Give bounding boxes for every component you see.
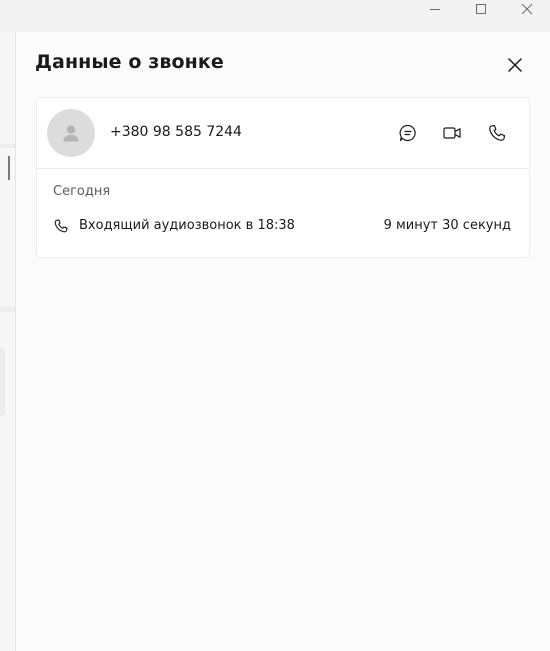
panel-close-button[interactable] xyxy=(504,54,526,76)
contact-row: +380 98 585 7244 xyxy=(37,98,529,169)
background-app-sidebar xyxy=(0,32,15,651)
minimize-button[interactable] xyxy=(412,0,458,18)
chat-button[interactable] xyxy=(396,121,420,145)
chat-icon xyxy=(399,124,416,142)
phone-icon xyxy=(489,125,505,141)
call-details-card: +380 98 585 7244 Сегодня Входящий аудиоз… xyxy=(36,97,530,258)
maximize-icon xyxy=(476,4,486,14)
day-label: Сегодня xyxy=(53,184,111,199)
maximize-button[interactable] xyxy=(458,0,504,18)
window-close-button[interactable] xyxy=(504,0,550,18)
call-duration: 9 минут 30 секунд xyxy=(383,218,511,233)
video-call-button[interactable] xyxy=(440,121,464,145)
video-icon xyxy=(443,127,461,139)
audio-call-button[interactable] xyxy=(485,121,509,145)
panel-title: Данные о звонке xyxy=(35,51,224,73)
person-icon xyxy=(63,125,79,142)
divider xyxy=(0,144,15,148)
divider xyxy=(0,306,15,312)
call-history-row: Входящий аудиозвонок в 18:38 9 минут 30 … xyxy=(37,212,529,242)
title-bar xyxy=(0,0,550,32)
phone-number: +380 98 585 7244 xyxy=(110,124,242,140)
call-details-panel: Данные о звонке +380 98 585 7244 Сегодня… xyxy=(15,32,550,651)
phone-icon xyxy=(54,219,68,233)
call-description: Входящий аудиозвонок в 18:38 xyxy=(79,218,295,233)
avatar[interactable] xyxy=(47,109,95,157)
selection-indicator xyxy=(8,156,10,180)
close-icon xyxy=(521,3,533,15)
close-icon xyxy=(508,58,522,72)
background-card[interactable] xyxy=(0,348,5,416)
app-window: Данные о звонке +380 98 585 7244 Сегодня… xyxy=(0,0,550,651)
minimize-icon xyxy=(430,9,440,10)
